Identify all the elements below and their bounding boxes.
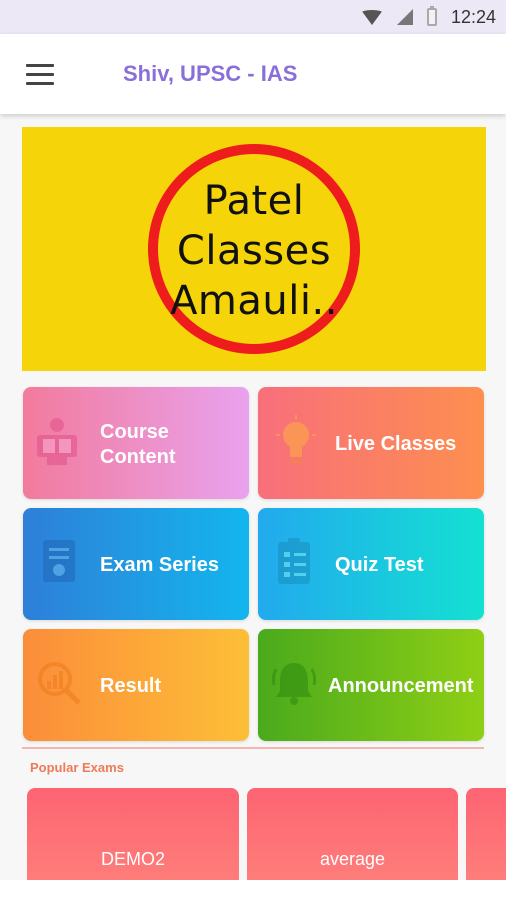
banner-image[interactable]: Patel Classes Amauli.. xyxy=(22,127,486,371)
status-time: 12:24 xyxy=(450,6,496,27)
bottom-strip xyxy=(0,880,506,900)
result-tile[interactable]: Result xyxy=(23,629,249,741)
quiz-test-tile[interactable]: Quiz Test xyxy=(258,508,484,620)
clipboard-checklist-icon xyxy=(278,538,310,584)
bell-icon xyxy=(271,663,317,705)
battery-icon xyxy=(426,6,437,26)
exam-card-title: average xyxy=(319,849,386,869)
app-bar: Shiv, UPSC - IAS xyxy=(0,34,506,114)
logo-line-3: Amauli.. xyxy=(170,278,338,324)
live-classes-label: Live Classes xyxy=(335,433,457,455)
logo-line-1: Patel xyxy=(203,178,305,224)
announcement-tile[interactable]: Announcement xyxy=(258,629,484,741)
hamburger-menu-icon[interactable] xyxy=(26,64,54,86)
result-label: Result xyxy=(100,675,162,697)
status-icons: 12:24 xyxy=(360,0,496,34)
status-bar: 12:24 xyxy=(0,0,506,34)
logo-line-2: Classes xyxy=(176,228,332,274)
announcement-label: Announcement xyxy=(328,675,474,697)
quiz-test-label: Quiz Test xyxy=(335,554,424,576)
logo-text: Patel Classes Amauli.. xyxy=(158,176,350,326)
exam-card-title: DEMO2 xyxy=(100,849,165,869)
exam-series-tile[interactable]: Exam Series xyxy=(23,508,249,620)
popular-exams-heading: Popular Exams xyxy=(30,760,124,775)
course-content-label: Course Content xyxy=(100,421,176,468)
popular-exam-card[interactable]: average xyxy=(247,788,458,880)
signal-icon xyxy=(396,9,413,25)
course-content-tile[interactable]: Course Content xyxy=(23,387,249,499)
wifi-icon xyxy=(360,9,383,25)
magnifier-chart-icon xyxy=(38,662,81,705)
exam-paper-icon xyxy=(43,540,75,582)
app-title: Shiv, UPSC - IAS xyxy=(123,61,298,86)
popular-exam-card-partial[interactable] xyxy=(466,788,506,880)
live-classes-tile[interactable]: Live Classes xyxy=(258,387,484,499)
popular-exam-card[interactable]: DEMO2 xyxy=(27,788,239,880)
section-divider xyxy=(22,747,484,749)
lightbulb-icon xyxy=(276,415,316,463)
reading-person-icon xyxy=(37,418,77,465)
exam-series-label: Exam Series xyxy=(100,554,219,576)
logo-circle: Patel Classes Amauli.. xyxy=(148,144,360,354)
